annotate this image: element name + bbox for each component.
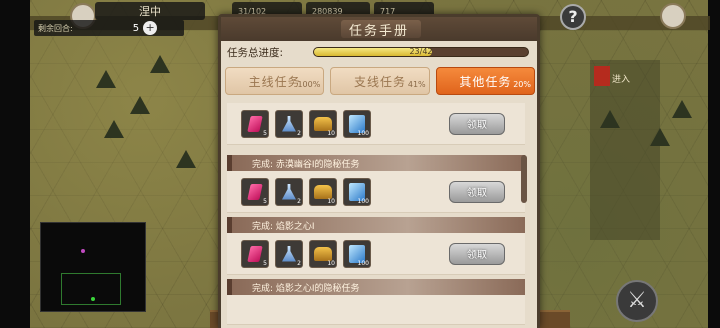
right-black-border	[708, 0, 720, 328]
hud-title: 涅中	[95, 2, 205, 20]
tab-percent: 100%	[297, 80, 321, 89]
modal-title: 任务手册	[348, 23, 409, 39]
task-list[interactable]: 5 2 10 100 领取 完成: 赤漠幽谷I的隐秘任务 5 2 10 100 …	[227, 103, 525, 327]
reward-row: 5 2 10 100 领取	[227, 103, 525, 145]
claim-button[interactable]: 领取	[449, 242, 505, 265]
building-area	[590, 60, 660, 240]
blue-book-icon[interactable]: 100	[343, 109, 371, 138]
turns-remaining: 剩余回合: 5 +	[34, 20, 184, 36]
tree-icon	[104, 120, 124, 138]
rabbit-avatar[interactable]	[660, 3, 686, 29]
item-qty: 5	[263, 129, 267, 137]
item-qty: 100	[357, 129, 369, 137]
tree-icon	[96, 70, 116, 88]
potion-icon[interactable]: 2	[275, 109, 303, 138]
total-progress: 任务总进度: 23/42	[227, 44, 533, 60]
reward-row	[227, 295, 525, 325]
task-manual-dialog: 任务手册 任务总进度: 23/42 主线任务 100% 支线任务 41% 其他任…	[218, 14, 540, 328]
potion-icon[interactable]: 2	[275, 239, 303, 268]
claim-button[interactable]: 领取	[449, 180, 505, 203]
tab-main-quests[interactable]: 主线任务 100%	[225, 67, 325, 95]
red-crystal-icon[interactable]: 5	[241, 239, 269, 268]
turns-value: 5	[132, 22, 140, 34]
item-qty: 10	[327, 129, 335, 137]
item-qty: 10	[327, 259, 335, 267]
minimap[interactable]	[40, 222, 146, 312]
item-qty: 5	[263, 259, 267, 267]
claim-button[interactable]: 领取	[449, 112, 505, 135]
list-item: 完成: 焰影之心I的隐秘任务	[227, 279, 525, 325]
progress-label: 任务总进度:	[227, 46, 284, 59]
list-item: 完成: 赤漠幽谷I的隐秘任务 5 2 10 100 领取	[227, 155, 525, 213]
reward-row: 5 2 10 100 领取	[227, 233, 525, 275]
tree-icon	[600, 110, 620, 128]
tab-label: 其他任务	[459, 74, 512, 89]
item-qty: 100	[357, 259, 369, 267]
flag-icon	[594, 66, 610, 86]
add-turns-button[interactable]: +	[143, 21, 158, 35]
red-crystal-icon[interactable]: 5	[241, 109, 269, 138]
tab-other-quests[interactable]: 其他任务 20%	[435, 67, 535, 95]
tab-label: 支线任务	[353, 74, 406, 89]
reward-row: 5 2 10 100 领取	[227, 171, 525, 213]
enter-label[interactable]: 进入	[612, 72, 630, 85]
turns-label: 剩余回合:	[38, 23, 73, 33]
progress-bar: 23/42	[313, 47, 529, 57]
blue-book-icon[interactable]: 100	[343, 177, 371, 206]
red-crystal-icon[interactable]: 5	[241, 177, 269, 206]
item-qty: 10	[327, 197, 335, 205]
tree-icon	[130, 96, 150, 114]
tab-percent: 20%	[513, 80, 531, 89]
gold-chest-icon[interactable]: 10	[309, 109, 337, 138]
item-qty: 5	[263, 197, 267, 205]
tab-side-quests[interactable]: 支线任务 41%	[330, 67, 430, 95]
tree-icon	[650, 128, 670, 146]
tree-icon	[672, 100, 692, 118]
progress-text: 23/42	[409, 47, 433, 56]
blue-book-icon[interactable]: 100	[343, 239, 371, 268]
gold-chest-icon[interactable]: 10	[309, 239, 337, 268]
task-name: 完成: 焰影之心I	[227, 217, 525, 233]
minimap-marker	[91, 297, 95, 301]
item-qty: 2	[297, 129, 301, 137]
list-scrollbar[interactable]	[521, 155, 527, 203]
tab-percent: 41%	[407, 80, 426, 89]
tree-icon	[150, 55, 170, 73]
item-qty: 2	[297, 259, 301, 267]
list-item: 5 2 10 100 领取	[227, 103, 525, 145]
tree-icon	[176, 150, 196, 168]
battle-button[interactable]: ⚔	[616, 280, 658, 322]
minimap-marker	[81, 249, 85, 253]
item-qty: 100	[357, 197, 369, 205]
gold-chest-icon[interactable]: 10	[309, 177, 337, 206]
task-tabs: 主线任务 100% 支线任务 41% 其他任务 20%	[225, 67, 535, 95]
potion-icon[interactable]: 2	[275, 177, 303, 206]
tab-label: 主线任务	[248, 74, 301, 89]
modal-header: 任务手册	[221, 17, 537, 41]
item-qty: 2	[297, 197, 301, 205]
task-name: 完成: 赤漠幽谷I的隐秘任务	[227, 155, 525, 171]
list-item: 完成: 焰影之心I 5 2 10 100 领取	[227, 217, 525, 275]
left-black-border	[0, 0, 30, 328]
help-button[interactable]: ?	[560, 4, 586, 30]
task-name: 完成: 焰影之心I的隐秘任务	[227, 279, 525, 295]
